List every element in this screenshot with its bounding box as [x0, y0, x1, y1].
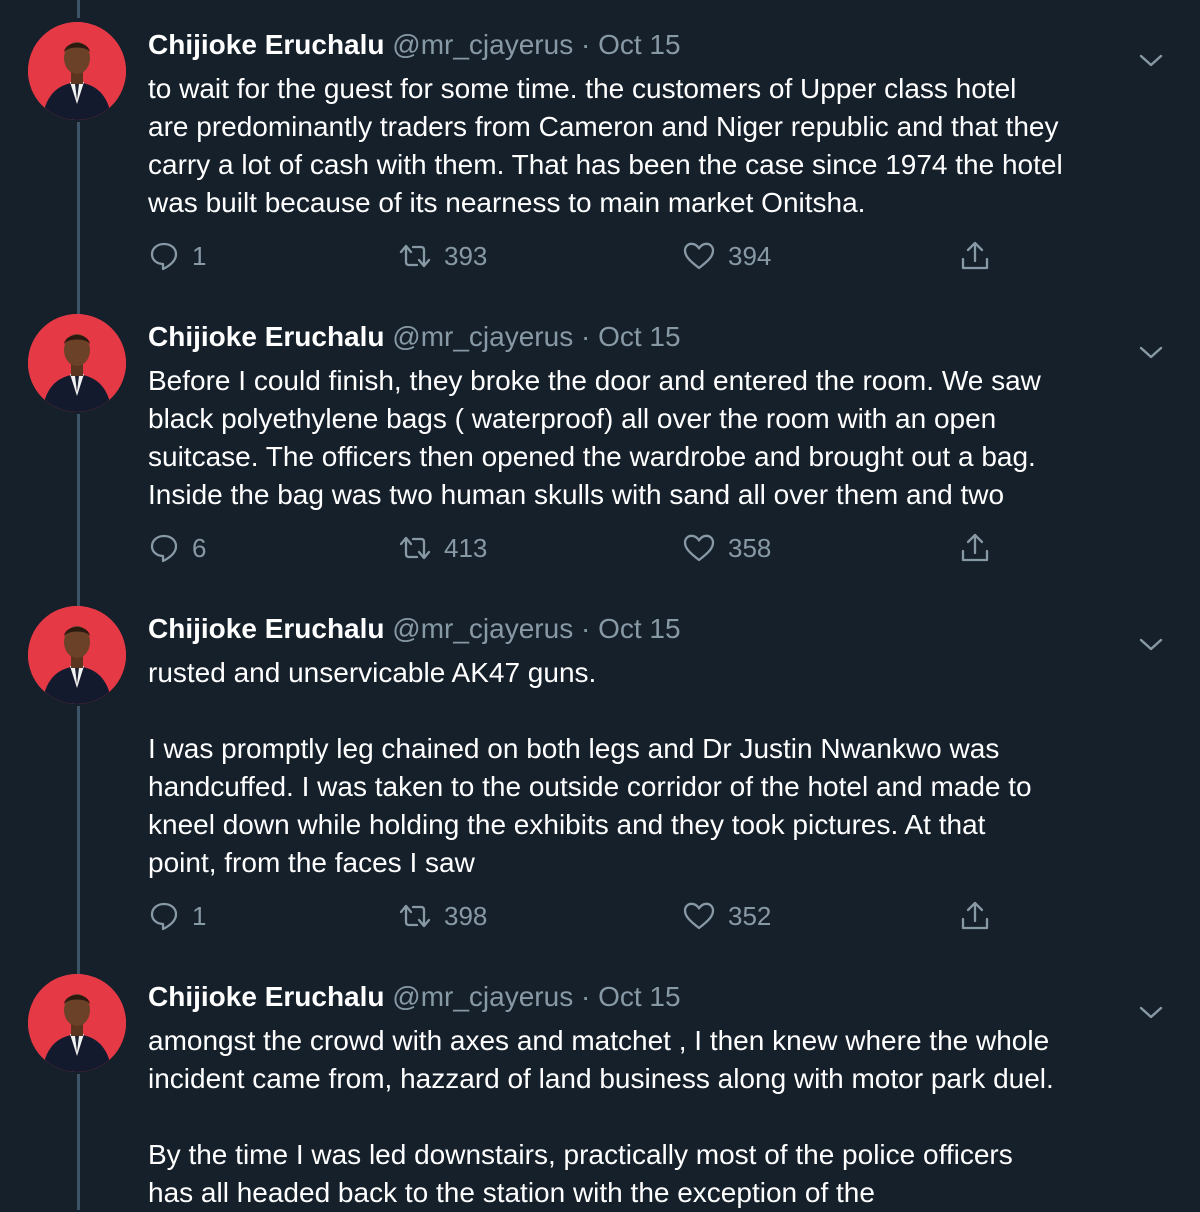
- avatar[interactable]: [28, 22, 126, 120]
- retweet-count: 393: [444, 240, 488, 271]
- tweet-date[interactable]: Oct 15: [598, 29, 680, 60]
- share-button[interactable]: [958, 236, 992, 276]
- separator: ·: [580, 981, 591, 1012]
- tweet-paragraph: amongst the crowd with axes and matchet …: [148, 1025, 1054, 1094]
- tweet-date[interactable]: Oct 15: [598, 321, 680, 352]
- author-name[interactable]: Chijioke Eruchalu: [148, 613, 385, 644]
- author-handle[interactable]: @mr_cjayerus: [392, 29, 573, 60]
- tweet-actions: 1 393 394: [148, 236, 1008, 276]
- author-name[interactable]: Chijioke Eruchalu: [148, 321, 385, 352]
- tweet-header: Chijioke Eruchalu @mr_cjayerus · Oct 15: [148, 980, 681, 1014]
- tweet-text: to wait for the guest for some time. the…: [148, 70, 1178, 222]
- tweet-text: Before I could finish, they broke the do…: [148, 362, 1178, 514]
- tweet-header: Chijioke Eruchalu @mr_cjayerus · Oct 15: [148, 28, 681, 62]
- tweet-paragraph: rusted and unservicable AK47 guns.: [148, 657, 597, 688]
- reply-icon: [150, 534, 178, 563]
- reply-icon: [150, 902, 178, 931]
- tweet-header: Chijioke Eruchalu @mr_cjayerus · Oct 15: [148, 612, 681, 646]
- tweet-actions: 1 398 352: [148, 896, 1008, 936]
- thread-line: [77, 122, 80, 322]
- chevron-down-icon[interactable]: [1138, 1004, 1164, 1022]
- tweet-actions: 6 413 358: [148, 528, 1008, 568]
- retweet-button[interactable]: 393: [398, 236, 487, 276]
- share-icon: [961, 901, 989, 930]
- like-icon: [683, 534, 715, 562]
- retweet-icon: [399, 536, 431, 560]
- author-handle[interactable]: @mr_cjayerus: [392, 981, 573, 1012]
- tweet-text: rusted and unservicable AK47 guns. I was…: [148, 654, 1178, 882]
- like-button[interactable]: 394: [682, 236, 771, 276]
- like-button[interactable]: 352: [682, 896, 771, 936]
- tweet-date[interactable]: Oct 15: [598, 981, 680, 1012]
- avatar-photo: [28, 314, 126, 412]
- share-button[interactable]: [958, 528, 992, 568]
- like-count: 352: [728, 900, 772, 931]
- reply-icon: [150, 242, 178, 271]
- retweet-count: 398: [444, 900, 488, 931]
- reply-count: 6: [192, 532, 207, 563]
- retweet-button[interactable]: 413: [398, 528, 487, 568]
- share-icon: [961, 241, 989, 270]
- share-button[interactable]: [958, 896, 992, 936]
- reply-button[interactable]: 6: [148, 528, 206, 568]
- tweet-thread: Chijioke Eruchalu @mr_cjayerus · Oct 15 …: [0, 0, 1200, 1210]
- author-handle[interactable]: @mr_cjayerus: [392, 613, 573, 644]
- chevron-down-icon[interactable]: [1138, 344, 1164, 362]
- thread-connector: [77, 0, 80, 18]
- reply-button[interactable]: 1: [148, 896, 206, 936]
- reply-count: 1: [192, 900, 207, 931]
- like-icon: [683, 242, 715, 270]
- author-handle[interactable]: @mr_cjayerus: [392, 321, 573, 352]
- separator: ·: [580, 321, 591, 352]
- retweet-icon: [399, 904, 431, 928]
- avatar-photo: [28, 22, 126, 120]
- reply-count: 1: [192, 240, 207, 271]
- retweet-icon: [399, 244, 431, 268]
- like-count: 358: [728, 532, 772, 563]
- like-icon: [683, 902, 715, 930]
- author-name[interactable]: Chijioke Eruchalu: [148, 29, 385, 60]
- chevron-down-icon[interactable]: [1138, 636, 1164, 654]
- like-button[interactable]: 358: [682, 528, 771, 568]
- avatar[interactable]: [28, 974, 126, 1072]
- tweet-paragraph: By the time I was led downstairs, practi…: [148, 1139, 1013, 1208]
- tweet-header: Chijioke Eruchalu @mr_cjayerus · Oct 15: [148, 320, 681, 354]
- avatar[interactable]: [28, 606, 126, 704]
- tweet-paragraph: I was promptly leg chained on both legs …: [148, 733, 1032, 878]
- retweet-button[interactable]: 398: [398, 896, 487, 936]
- tweet-date[interactable]: Oct 15: [598, 613, 680, 644]
- share-icon: [961, 533, 989, 562]
- separator: ·: [580, 29, 591, 60]
- retweet-count: 413: [444, 532, 488, 563]
- reply-button[interactable]: 1: [148, 236, 206, 276]
- author-name[interactable]: Chijioke Eruchalu: [148, 981, 385, 1012]
- tweet-paragraph: Before I could finish, they broke the do…: [148, 365, 1041, 510]
- thread-line: [77, 414, 80, 614]
- like-count: 394: [728, 240, 772, 271]
- avatar[interactable]: [28, 314, 126, 412]
- avatar-photo: [28, 974, 126, 1072]
- chevron-down-icon[interactable]: [1138, 52, 1164, 70]
- tweet-paragraph: to wait for the guest for some time. the…: [148, 73, 1063, 218]
- thread-line: [77, 1074, 80, 1210]
- separator: ·: [580, 613, 591, 644]
- tweet-text: amongst the crowd with axes and matchet …: [148, 1022, 1178, 1212]
- avatar-photo: [28, 606, 126, 704]
- thread-line: [77, 706, 80, 982]
